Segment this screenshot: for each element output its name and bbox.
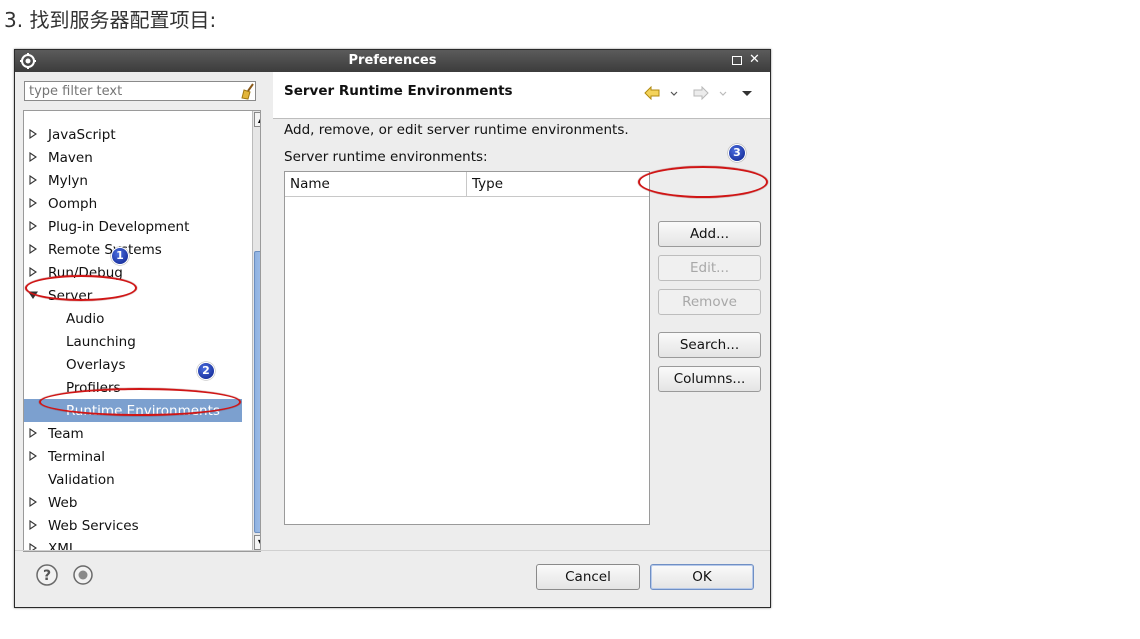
tree-item[interactable]: Mylyn	[24, 169, 242, 192]
tree-item[interactable]: Maven	[24, 146, 242, 169]
view-menu-icon[interactable]	[741, 86, 753, 100]
annotation-circle-add	[638, 166, 768, 198]
tree-item-label: Plug-in Development	[48, 219, 190, 235]
collapsed-arrow-icon[interactable]	[28, 152, 38, 162]
edit-button[interactable]: Edit...	[658, 255, 761, 281]
cancel-button[interactable]: Cancel	[536, 564, 640, 590]
step-badge-2: 2	[197, 362, 215, 380]
tree-item-label: JavaScript	[48, 127, 116, 143]
record-macro-icon[interactable]	[73, 565, 93, 585]
tree-item[interactable]: Team	[24, 422, 242, 445]
tree-item[interactable]: Validation	[24, 468, 242, 491]
collapsed-arrow-icon[interactable]	[28, 520, 38, 530]
tree-item[interactable]: Launching	[24, 330, 242, 353]
dialog-title: Preferences	[348, 53, 437, 68]
remove-button[interactable]: Remove	[658, 289, 761, 315]
scrollbar-thumb[interactable]	[254, 251, 260, 533]
tree-item-label: Oomph	[48, 196, 98, 212]
preference-page: Server Runtime Environments Add, remove,…	[273, 72, 770, 550]
collapsed-arrow-icon[interactable]	[28, 244, 38, 254]
add-button[interactable]: Add...	[658, 221, 761, 247]
tree-item[interactable]: Plug-in Development	[24, 215, 242, 238]
tree-item-label: Web	[48, 495, 78, 511]
scroll-down-icon[interactable]: ▼	[254, 535, 260, 550]
runtime-list-label: Server runtime environments:	[284, 149, 488, 165]
footer-divider	[15, 550, 770, 551]
tree-item[interactable]: Terminal	[24, 445, 242, 468]
column-header-type[interactable]: Type	[467, 172, 649, 197]
tree-item[interactable]: Web	[24, 491, 242, 514]
collapsed-arrow-icon[interactable]	[28, 221, 38, 231]
tree-item[interactable]: Audio	[24, 307, 242, 330]
tree-item[interactable]: Oomph	[24, 192, 242, 215]
tree-item[interactable]: JavaScript	[24, 123, 242, 146]
page-title: Server Runtime Environments	[284, 83, 513, 99]
page-heading: 3. 找到服务器配置项目:	[4, 8, 217, 32]
column-header-label: Type	[472, 176, 504, 192]
preferences-tree[interactable]: JavaScript Maven Mylyn Oomph Plug-in Develop…	[23, 110, 261, 552]
title-bar[interactable]: Preferences ✕	[15, 50, 770, 72]
tree-item-label: Web Services	[48, 518, 139, 534]
step-badge-1: 1	[111, 247, 129, 265]
search-button[interactable]: Search...	[658, 332, 761, 358]
ok-button[interactable]: OK	[650, 564, 754, 590]
tree-item[interactable]: Remote Systems	[24, 238, 242, 261]
collapsed-arrow-icon[interactable]	[28, 175, 38, 185]
filter-input[interactable]	[24, 81, 256, 101]
maximize-icon[interactable]	[732, 56, 742, 65]
preferences-dialog: Preferences ✕ JavaScript Maven Mylyn Oomph P…	[14, 49, 771, 608]
close-icon[interactable]: ✕	[749, 52, 760, 67]
tree-item-label: Maven	[48, 150, 93, 166]
tree-scrollbar[interactable]: ▲ ▼	[252, 111, 260, 551]
tree-item-label: Overlays	[66, 357, 126, 373]
tree-item-label: Validation	[48, 472, 115, 488]
back-arrow-icon[interactable]	[644, 86, 660, 100]
collapsed-arrow-icon[interactable]	[28, 198, 38, 208]
back-dropdown-icon[interactable]	[670, 86, 678, 100]
page-description: Add, remove, or edit server runtime envi…	[284, 122, 629, 138]
tree-item-label: Terminal	[48, 449, 106, 465]
columns-button[interactable]: Columns...	[658, 366, 761, 392]
runtime-environments-table[interactable]: Name Type	[284, 171, 650, 525]
tree-item-label: Team	[48, 426, 84, 442]
collapsed-arrow-icon[interactable]	[28, 267, 38, 277]
tree-item[interactable]: Web Services	[24, 514, 242, 537]
tree-item-label: Audio	[66, 311, 105, 327]
column-header-label: Name	[290, 176, 330, 192]
help-icon[interactable]: ?	[36, 564, 58, 586]
tree-item-label: Mylyn	[48, 173, 88, 189]
forward-dropdown-icon[interactable]	[719, 86, 727, 100]
collapsed-arrow-icon[interactable]	[28, 497, 38, 507]
collapsed-arrow-icon[interactable]	[28, 451, 38, 461]
tree-item-label: Remote Systems	[48, 242, 162, 258]
forward-arrow-icon[interactable]	[693, 86, 709, 100]
annotation-circle-runtime	[39, 388, 241, 416]
step-badge-3: 3	[728, 144, 746, 162]
scroll-up-icon[interactable]: ▲	[254, 112, 260, 127]
preferences-tree-pane: JavaScript Maven Mylyn Oomph Plug-in Develop…	[15, 72, 273, 552]
svg-text:?: ?	[43, 568, 51, 584]
column-header-name[interactable]: Name	[285, 172, 467, 197]
clear-filter-icon[interactable]	[239, 82, 257, 100]
collapsed-arrow-icon[interactable]	[28, 129, 38, 139]
annotation-circle-server	[25, 275, 137, 301]
tree-item-label: Launching	[66, 334, 136, 350]
collapsed-arrow-icon[interactable]	[28, 428, 38, 438]
page-header: Server Runtime Environments	[273, 72, 770, 119]
